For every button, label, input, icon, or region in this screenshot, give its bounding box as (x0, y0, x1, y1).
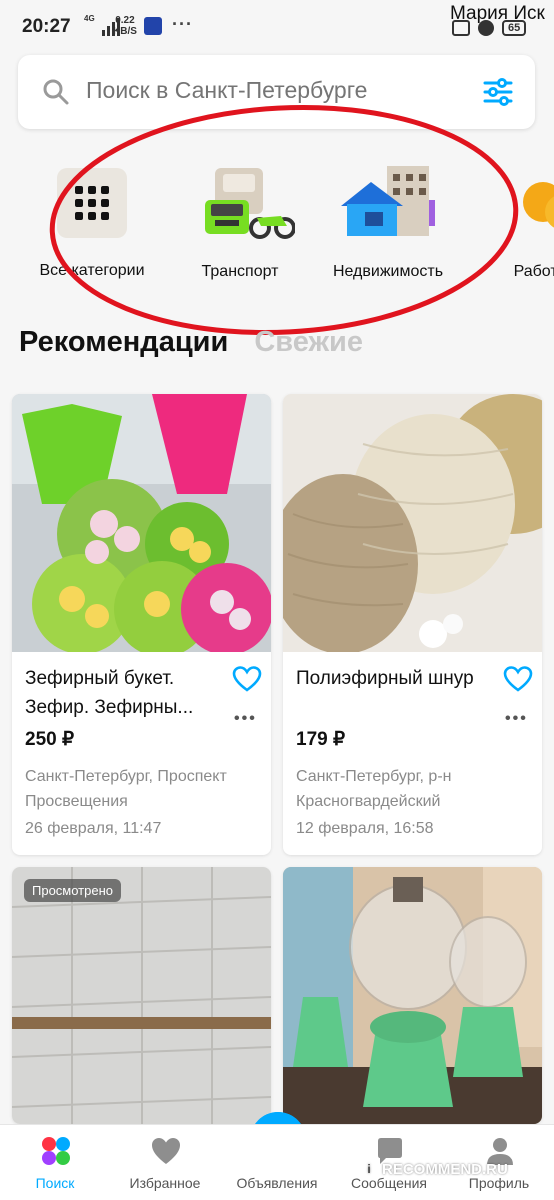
listing-card[interactable]: Просмотрено (12, 867, 271, 1124)
favorite-heart-icon[interactable] (503, 665, 533, 693)
category-label: Недвижимость (332, 263, 444, 280)
listing-price: 250 ₽ (25, 729, 75, 750)
network-type: 4G (84, 14, 95, 23)
category-label: Транспорт (201, 263, 279, 280)
listing-photo[interactable] (12, 867, 271, 1124)
category-label: Все категории (39, 262, 145, 279)
alarm-icon (478, 20, 494, 36)
listing-title[interactable]: Полиэфирный шнур (296, 664, 496, 693)
coins-icon (523, 182, 554, 228)
listing-location: Санкт-Петербург, Проспект Просвещения (25, 768, 227, 810)
category-all[interactable]: Все категории (12, 160, 172, 280)
category-transport[interactable]: Транспорт (160, 160, 320, 281)
listing-card[interactable]: Полиэфирный шнур ••• 179 ₽ Санкт-Петербу… (283, 394, 542, 855)
category-work[interactable]: Работа (460, 160, 554, 281)
search-input[interactable] (86, 77, 406, 104)
listing-card[interactable]: Зефирный букет. Зефир. Зефирны... ••• 25… (12, 394, 271, 855)
transport-icon (205, 168, 296, 239)
category-realty[interactable]: Недвижимость (308, 160, 468, 281)
listing-card[interactable] (283, 867, 542, 1124)
nav-label: Поиск (35, 1175, 75, 1191)
status-time: 20:27 (22, 16, 71, 37)
listing-photo[interactable] (12, 394, 271, 652)
network-speed-unit: KB/S (113, 26, 137, 37)
category-carousel[interactable]: Все категории Транспорт Недвижимость Раб… (0, 160, 554, 290)
tab-recommendations[interactable]: Рекомендации (19, 326, 228, 359)
grid-icon (57, 168, 127, 238)
realty-icon (341, 166, 435, 236)
watermark-mark-icon: i (360, 1160, 378, 1178)
listing-price: 179 ₽ (296, 729, 346, 750)
nav-label: Объявления (236, 1175, 318, 1191)
favorite-heart-icon[interactable] (232, 665, 262, 693)
status-right: 65 (452, 20, 527, 36)
search-icon (43, 79, 69, 105)
more-notifications-icon: ··· (172, 14, 193, 34)
listing-photo[interactable] (283, 867, 542, 1124)
network-speed: 0.22 KB/S (113, 15, 137, 37)
filter-icon[interactable] (482, 76, 514, 108)
nav-label: Избранное (129, 1175, 201, 1191)
watermark-text: RECOMMEND.RU (382, 1160, 508, 1178)
network-speed-value: 0.22 (115, 15, 135, 26)
app-notification-icon (144, 17, 162, 35)
listing-photo[interactable] (283, 394, 542, 652)
nav-search[interactable]: Поиск (0, 1125, 110, 1200)
search-bar[interactable] (18, 55, 535, 129)
battery-icon: 65 (502, 20, 527, 36)
feed-tabs[interactable]: Рекомендации Свежие (19, 326, 363, 359)
tab-fresh[interactable]: Свежие (254, 326, 363, 359)
listing-title[interactable]: Зефирный букет. Зефир. Зефирны... (25, 664, 225, 722)
viewed-badge: Просмотрено (24, 879, 122, 902)
more-options-icon[interactable]: ••• (505, 710, 528, 728)
heart-nav-icon (152, 1138, 180, 1164)
nav-favorites[interactable]: Избранное (110, 1125, 220, 1200)
watermark: i RECOMMEND.RU (360, 1160, 508, 1178)
more-options-icon[interactable]: ••• (234, 710, 257, 728)
status-bar: 20:27 4G 0.22 KB/S ··· Мария Иск 65 (0, 0, 554, 54)
listing-date: 12 февраля, 16:58 (296, 820, 434, 837)
search-nav-icon (42, 1137, 70, 1165)
category-label: Работа (513, 263, 554, 280)
nav-listings[interactable]: Объявления (222, 1125, 332, 1200)
vibrate-icon (452, 20, 470, 36)
listing-location: Санкт-Петербург, р-н Красногвардейский (296, 768, 452, 810)
listing-date: 26 февраля, 11:47 (25, 820, 162, 837)
